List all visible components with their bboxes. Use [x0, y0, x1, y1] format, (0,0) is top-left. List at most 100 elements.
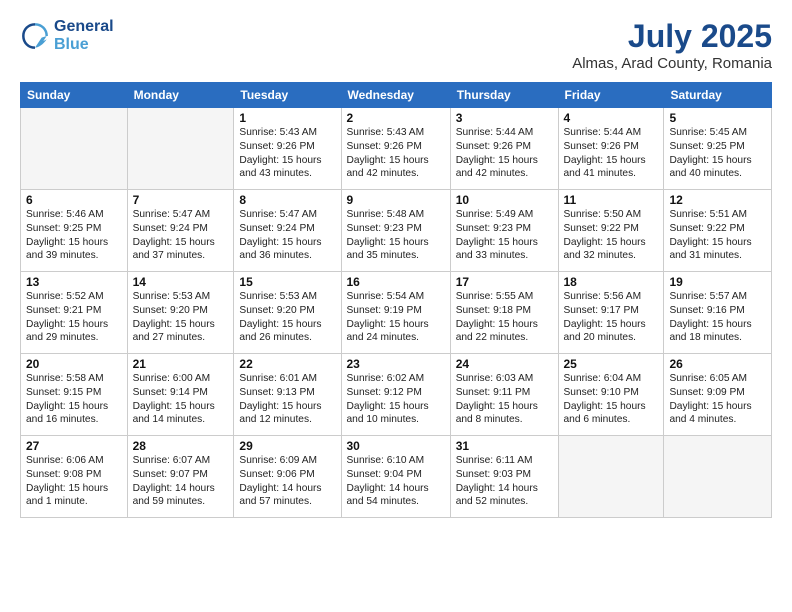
day-number: 8 — [239, 193, 335, 207]
main-title: July 2025 — [572, 18, 772, 55]
logo-line1: General — [54, 18, 114, 36]
day-info: Sunrise: 5:43 AM Sunset: 9:26 PM Dayligh… — [347, 126, 445, 181]
header-day-friday: Friday — [558, 83, 664, 108]
calendar-cell: 16Sunrise: 5:54 AM Sunset: 9:19 PM Dayli… — [341, 272, 450, 354]
calendar-cell: 2Sunrise: 5:43 AM Sunset: 9:26 PM Daylig… — [341, 108, 450, 190]
day-number: 12 — [669, 193, 766, 207]
calendar-cell — [127, 108, 234, 190]
header-day-sunday: Sunday — [21, 83, 128, 108]
day-number: 24 — [456, 357, 553, 371]
day-info: Sunrise: 5:45 AM Sunset: 9:25 PM Dayligh… — [669, 126, 766, 181]
calendar-body: 1Sunrise: 5:43 AM Sunset: 9:26 PM Daylig… — [21, 108, 772, 518]
day-info: Sunrise: 6:04 AM Sunset: 9:10 PM Dayligh… — [564, 372, 659, 427]
logo: General Blue — [20, 18, 114, 53]
calendar-cell: 7Sunrise: 5:47 AM Sunset: 9:24 PM Daylig… — [127, 190, 234, 272]
calendar-cell: 18Sunrise: 5:56 AM Sunset: 9:17 PM Dayli… — [558, 272, 664, 354]
day-number: 30 — [347, 439, 445, 453]
day-number: 28 — [133, 439, 229, 453]
logo-text: General Blue — [54, 18, 114, 53]
header-day-saturday: Saturday — [664, 83, 772, 108]
day-number: 10 — [456, 193, 553, 207]
calendar-cell: 23Sunrise: 6:02 AM Sunset: 9:12 PM Dayli… — [341, 354, 450, 436]
day-number: 11 — [564, 193, 659, 207]
day-number: 19 — [669, 275, 766, 289]
calendar-cell: 31Sunrise: 6:11 AM Sunset: 9:03 PM Dayli… — [450, 436, 558, 518]
day-info: Sunrise: 5:43 AM Sunset: 9:26 PM Dayligh… — [239, 126, 335, 181]
calendar-cell: 20Sunrise: 5:58 AM Sunset: 9:15 PM Dayli… — [21, 354, 128, 436]
calendar-cell: 22Sunrise: 6:01 AM Sunset: 9:13 PM Dayli… — [234, 354, 341, 436]
calendar-cell: 11Sunrise: 5:50 AM Sunset: 9:22 PM Dayli… — [558, 190, 664, 272]
logo-line2: Blue — [54, 36, 89, 53]
day-info: Sunrise: 5:57 AM Sunset: 9:16 PM Dayligh… — [669, 290, 766, 345]
day-number: 22 — [239, 357, 335, 371]
day-number: 7 — [133, 193, 229, 207]
week-row-3: 13Sunrise: 5:52 AM Sunset: 9:21 PM Dayli… — [21, 272, 772, 354]
calendar-header: SundayMondayTuesdayWednesdayThursdayFrid… — [21, 83, 772, 108]
calendar-cell: 1Sunrise: 5:43 AM Sunset: 9:26 PM Daylig… — [234, 108, 341, 190]
day-number: 15 — [239, 275, 335, 289]
day-info: Sunrise: 6:06 AM Sunset: 9:08 PM Dayligh… — [26, 454, 122, 509]
day-info: Sunrise: 6:07 AM Sunset: 9:07 PM Dayligh… — [133, 454, 229, 509]
calendar-cell — [21, 108, 128, 190]
calendar-cell — [558, 436, 664, 518]
calendar-cell: 9Sunrise: 5:48 AM Sunset: 9:23 PM Daylig… — [341, 190, 450, 272]
day-number: 14 — [133, 275, 229, 289]
day-number: 23 — [347, 357, 445, 371]
calendar-cell: 28Sunrise: 6:07 AM Sunset: 9:07 PM Dayli… — [127, 436, 234, 518]
day-info: Sunrise: 6:05 AM Sunset: 9:09 PM Dayligh… — [669, 372, 766, 427]
week-row-5: 27Sunrise: 6:06 AM Sunset: 9:08 PM Dayli… — [21, 436, 772, 518]
day-info: Sunrise: 5:49 AM Sunset: 9:23 PM Dayligh… — [456, 208, 553, 263]
day-number: 20 — [26, 357, 122, 371]
calendar-cell: 3Sunrise: 5:44 AM Sunset: 9:26 PM Daylig… — [450, 108, 558, 190]
day-number: 27 — [26, 439, 122, 453]
calendar-cell: 26Sunrise: 6:05 AM Sunset: 9:09 PM Dayli… — [664, 354, 772, 436]
calendar: SundayMondayTuesdayWednesdayThursdayFrid… — [20, 82, 772, 518]
day-info: Sunrise: 5:54 AM Sunset: 9:19 PM Dayligh… — [347, 290, 445, 345]
day-info: Sunrise: 5:53 AM Sunset: 9:20 PM Dayligh… — [133, 290, 229, 345]
calendar-cell: 13Sunrise: 5:52 AM Sunset: 9:21 PM Dayli… — [21, 272, 128, 354]
header: General Blue July 2025 Almas, Arad Count… — [20, 18, 772, 72]
day-info: Sunrise: 5:47 AM Sunset: 9:24 PM Dayligh… — [133, 208, 229, 263]
calendar-cell: 29Sunrise: 6:09 AM Sunset: 9:06 PM Dayli… — [234, 436, 341, 518]
calendar-cell: 25Sunrise: 6:04 AM Sunset: 9:10 PM Dayli… — [558, 354, 664, 436]
title-section: July 2025 Almas, Arad County, Romania — [572, 18, 772, 72]
day-info: Sunrise: 5:52 AM Sunset: 9:21 PM Dayligh… — [26, 290, 122, 345]
day-number: 18 — [564, 275, 659, 289]
calendar-cell: 21Sunrise: 6:00 AM Sunset: 9:14 PM Dayli… — [127, 354, 234, 436]
week-row-2: 6Sunrise: 5:46 AM Sunset: 9:25 PM Daylig… — [21, 190, 772, 272]
day-info: Sunrise: 5:44 AM Sunset: 9:26 PM Dayligh… — [456, 126, 553, 181]
day-number: 21 — [133, 357, 229, 371]
calendar-cell — [664, 436, 772, 518]
day-info: Sunrise: 5:55 AM Sunset: 9:18 PM Dayligh… — [456, 290, 553, 345]
header-day-tuesday: Tuesday — [234, 83, 341, 108]
header-day-thursday: Thursday — [450, 83, 558, 108]
day-number: 2 — [347, 111, 445, 125]
page: General Blue July 2025 Almas, Arad Count… — [0, 0, 792, 612]
day-info: Sunrise: 6:03 AM Sunset: 9:11 PM Dayligh… — [456, 372, 553, 427]
day-info: Sunrise: 6:01 AM Sunset: 9:13 PM Dayligh… — [239, 372, 335, 427]
day-number: 17 — [456, 275, 553, 289]
day-number: 3 — [456, 111, 553, 125]
day-info: Sunrise: 6:10 AM Sunset: 9:04 PM Dayligh… — [347, 454, 445, 509]
day-number: 4 — [564, 111, 659, 125]
day-info: Sunrise: 5:48 AM Sunset: 9:23 PM Dayligh… — [347, 208, 445, 263]
calendar-cell: 6Sunrise: 5:46 AM Sunset: 9:25 PM Daylig… — [21, 190, 128, 272]
day-number: 6 — [26, 193, 122, 207]
day-info: Sunrise: 5:50 AM Sunset: 9:22 PM Dayligh… — [564, 208, 659, 263]
calendar-cell: 24Sunrise: 6:03 AM Sunset: 9:11 PM Dayli… — [450, 354, 558, 436]
header-day-monday: Monday — [127, 83, 234, 108]
calendar-cell: 27Sunrise: 6:06 AM Sunset: 9:08 PM Dayli… — [21, 436, 128, 518]
day-info: Sunrise: 6:02 AM Sunset: 9:12 PM Dayligh… — [347, 372, 445, 427]
calendar-cell: 14Sunrise: 5:53 AM Sunset: 9:20 PM Dayli… — [127, 272, 234, 354]
calendar-cell: 17Sunrise: 5:55 AM Sunset: 9:18 PM Dayli… — [450, 272, 558, 354]
day-info: Sunrise: 5:58 AM Sunset: 9:15 PM Dayligh… — [26, 372, 122, 427]
day-info: Sunrise: 6:11 AM Sunset: 9:03 PM Dayligh… — [456, 454, 553, 509]
day-info: Sunrise: 6:09 AM Sunset: 9:06 PM Dayligh… — [239, 454, 335, 509]
logo-icon — [20, 21, 50, 51]
day-info: Sunrise: 6:00 AM Sunset: 9:14 PM Dayligh… — [133, 372, 229, 427]
calendar-cell: 8Sunrise: 5:47 AM Sunset: 9:24 PM Daylig… — [234, 190, 341, 272]
day-number: 31 — [456, 439, 553, 453]
calendar-cell: 5Sunrise: 5:45 AM Sunset: 9:25 PM Daylig… — [664, 108, 772, 190]
calendar-cell: 15Sunrise: 5:53 AM Sunset: 9:20 PM Dayli… — [234, 272, 341, 354]
calendar-cell: 10Sunrise: 5:49 AM Sunset: 9:23 PM Dayli… — [450, 190, 558, 272]
